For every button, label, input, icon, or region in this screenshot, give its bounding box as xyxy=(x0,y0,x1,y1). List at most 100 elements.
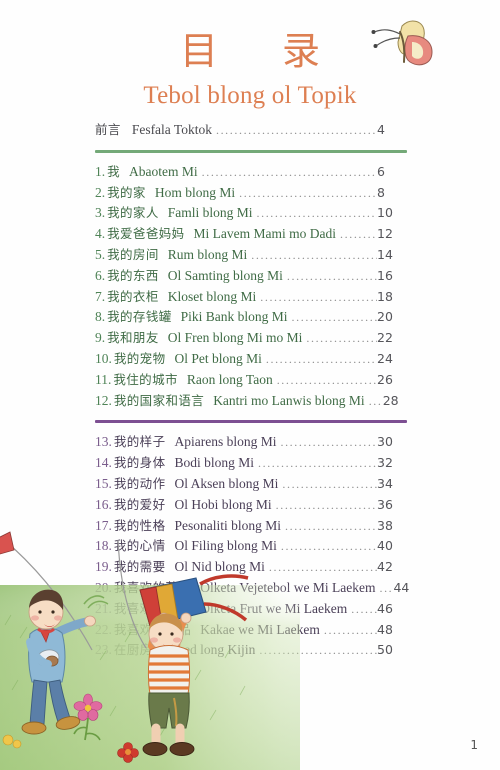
section-green: 1. 我 Abaotem Mi ........................… xyxy=(95,162,407,412)
dot-leader: ........................................… xyxy=(251,247,377,262)
toc-entry-number: 15. xyxy=(95,475,112,491)
toc-entry-page: 14 xyxy=(377,246,393,262)
toc-entry-title-latin: Piki Bank blong Mi xyxy=(180,309,288,325)
dot-leader: ........................................… xyxy=(265,351,377,366)
toc-entry[interactable]: 14. 我的身体 Bodi blong Mi .................… xyxy=(95,453,407,474)
toc-entry[interactable]: 5. 我的房间 Rum blong Mi ...................… xyxy=(95,245,407,266)
toc-entry[interactable]: 22. 我喜欢的食品 Kakae we Mi Laekem ..........… xyxy=(95,620,407,641)
toc-entry-title-latin: Olketa Vejetebol we Mi Laekem xyxy=(200,579,376,595)
toc-entry-page: 26 xyxy=(377,371,393,387)
toc-entry[interactable]: 3. 我的家人 Famli blong Mi .................… xyxy=(95,203,407,224)
dot-leader: ........................................… xyxy=(323,622,377,637)
dot-leader: ........................................… xyxy=(256,206,378,221)
toc-entry-title-cjk: 我的东西 xyxy=(107,267,159,283)
toc-entry-page: 50 xyxy=(377,642,393,658)
toc-entry-title-latin: Hom blong Mi xyxy=(154,184,236,200)
dot-leader: ........................................… xyxy=(201,164,377,179)
toc-entry-title-cjk: 在厨房 xyxy=(113,642,153,658)
toc-entry-number: 11. xyxy=(95,371,112,387)
toc-entry[interactable]: 10. 我的宠物 Ol Pet blong Mi ...............… xyxy=(95,349,407,370)
toc-entry-preface[interactable]: 前言 Fesfala Toktok ......................… xyxy=(95,120,407,141)
flower-yellow xyxy=(2,734,22,749)
toc-entry-number: 9. xyxy=(95,330,106,346)
dot-leader: ........................................… xyxy=(340,227,377,242)
dot-leader: ........................................… xyxy=(291,310,377,325)
toc-entry-number: 21. xyxy=(95,600,112,616)
dot-leader: ........................................… xyxy=(258,456,377,471)
toc-entry-title-cjk: 我的家人 xyxy=(107,205,159,221)
toc-entry[interactable]: 11. 我住的城市 Raon long Taon ...............… xyxy=(95,370,407,391)
toc-entry-number: 23. xyxy=(95,642,112,658)
toc-entry-title-cjk: 我喜欢的水果 xyxy=(113,600,192,616)
toc-entry[interactable]: 2. 我的家 Hom blong Mi ....................… xyxy=(95,183,407,204)
dot-leader: ........................................… xyxy=(306,331,377,346)
toc-entry[interactable]: 12. 我的国家和语言 Kantri mo Lanwis blong Mi ..… xyxy=(95,391,407,412)
toc-entry-title-latin: Rum blong Mi xyxy=(167,246,248,262)
toc-entry[interactable]: 16. 我的爱好 Ol Hobi blong Mi ..............… xyxy=(95,495,407,516)
toc-entry[interactable]: 4. 我爱爸爸妈妈 Mi Lavem Mami mo Dadi ........… xyxy=(95,224,407,245)
toc-entry-title-cjk: 我喜欢的蔬菜 xyxy=(113,579,192,595)
toc-entry[interactable]: 7. 我的衣柜 Kloset blong Mi ................… xyxy=(95,287,407,308)
toc-entry-number: 19. xyxy=(95,559,112,575)
dot-leader: ........................................… xyxy=(351,601,377,616)
toc-entry[interactable]: 20. 我喜欢的蔬菜 Olketa Vejetebol we Mi Laekem… xyxy=(95,578,409,599)
toc-entry-page: 18 xyxy=(377,288,393,304)
toc-entry-page: 28 xyxy=(382,392,399,408)
dot-leader: ........................................… xyxy=(275,497,377,512)
toc-entry-title-cjk: 我的动作 xyxy=(113,475,166,491)
toc-entry-title-cjk: 我住的城市 xyxy=(113,371,178,387)
dot-leader: ........................................… xyxy=(368,393,383,408)
toc-entry-page: 16 xyxy=(377,267,393,283)
toc-entry-title-cjk: 我的性格 xyxy=(113,517,166,533)
dot-leader: ........................................… xyxy=(286,268,377,283)
toc-entry[interactable]: 13. 我的样子 Apiarens blong Mi .............… xyxy=(95,432,407,453)
toc-entry-title-latin: Ol Samting blong Mi xyxy=(167,267,283,283)
toc-entry-title-latin: Abaotem Mi xyxy=(129,163,198,179)
toc-entry-title-latin: Insaed long Kijin xyxy=(161,642,256,658)
toc-entry-number: 2. xyxy=(95,184,106,200)
toc-entry-title-cjk: 我的心情 xyxy=(113,538,166,554)
toc-entry[interactable]: 19. 我的需要 Ol Nid blong Mi ...............… xyxy=(95,557,407,578)
toc-entry-page: 38 xyxy=(377,517,393,533)
toc-entry-page: 42 xyxy=(377,559,393,575)
toc-entry-title-latin: Bodi blong Mi xyxy=(174,455,254,471)
toc-entry[interactable]: 6. 我的东西 Ol Samting blong Mi ............… xyxy=(95,266,407,287)
toc-entry[interactable]: 23. 在厨房 Insaed long Kijin ..............… xyxy=(95,640,407,661)
toc-entry[interactable]: 8. 我的存钱罐 Piki Bank blong Mi ............… xyxy=(95,307,407,328)
toc-entry-title-cjk: 我 xyxy=(107,163,121,179)
toc-entry-number: 22. xyxy=(95,621,112,637)
toc-entry[interactable]: 17. 我的性格 Pesonaliti blong Mi ...........… xyxy=(95,516,407,537)
toc-entry-title-latin: Fesfala Toktok xyxy=(131,122,212,137)
toc-entry-title-latin: Olketa Frut we Mi Laekem xyxy=(200,600,348,616)
toc-entry-title-latin: Kantri mo Lanwis blong Mi xyxy=(213,392,365,408)
toc-entry-title-cjk: 我的身体 xyxy=(113,455,166,471)
dot-leader: ........................................… xyxy=(276,372,377,387)
toc-entry[interactable]: 9. 我和朋友 Ol Fren blong Mi mo Mi .........… xyxy=(95,328,407,349)
toc-entry-title-cjk: 我的样子 xyxy=(113,434,166,450)
toc-entry-title-cjk: 我的宠物 xyxy=(113,350,166,366)
toc-entry-number: 16. xyxy=(95,496,112,512)
toc-entry-page: 48 xyxy=(377,621,393,637)
toc-entry-page: 34 xyxy=(377,475,393,491)
toc-entry-title-latin: Ol Pet blong Mi xyxy=(174,350,262,366)
toc-entry-title-latin: Ol Nid blong Mi xyxy=(174,559,265,575)
toc-entry-number: 17. xyxy=(95,517,112,533)
toc-entry[interactable]: 15. 我的动作 Ol Aksen blong Mi .............… xyxy=(95,474,407,495)
dot-leader: ........................................… xyxy=(259,643,377,658)
toc-entry[interactable]: 21. 我喜欢的水果 Olketa Frut we Mi Laekem ....… xyxy=(95,599,407,620)
toc-page: 目 录 Tebol blong ol Topik 前言 Fesfala Tokt… xyxy=(0,0,500,770)
toc-entry-title-latin: Raon long Taon xyxy=(186,371,273,387)
toc-entry[interactable]: 18. 我的心情 Ol Filing blong Mi ............… xyxy=(95,536,407,557)
toc-entry-number: 13. xyxy=(95,434,112,450)
toc-entry-title-latin: Ol Aksen blong Mi xyxy=(174,475,279,491)
toc-entry-page: 4 xyxy=(377,122,385,137)
toc-entry-page: 6 xyxy=(377,163,385,179)
toc-entry-page: 46 xyxy=(377,600,393,616)
toc-entry[interactable]: 1. 我 Abaotem Mi ........................… xyxy=(95,162,407,183)
toc-entry-title-cjk: 我的存钱罐 xyxy=(107,309,172,325)
toc-entry-number: 4. xyxy=(95,226,106,242)
flower-red xyxy=(117,742,139,763)
toc-entry-title-latin: Famli blong Mi xyxy=(167,205,253,221)
table-of-contents: 前言 Fesfala Toktok ......................… xyxy=(95,120,409,661)
dot-leader: ........................................… xyxy=(280,435,377,450)
